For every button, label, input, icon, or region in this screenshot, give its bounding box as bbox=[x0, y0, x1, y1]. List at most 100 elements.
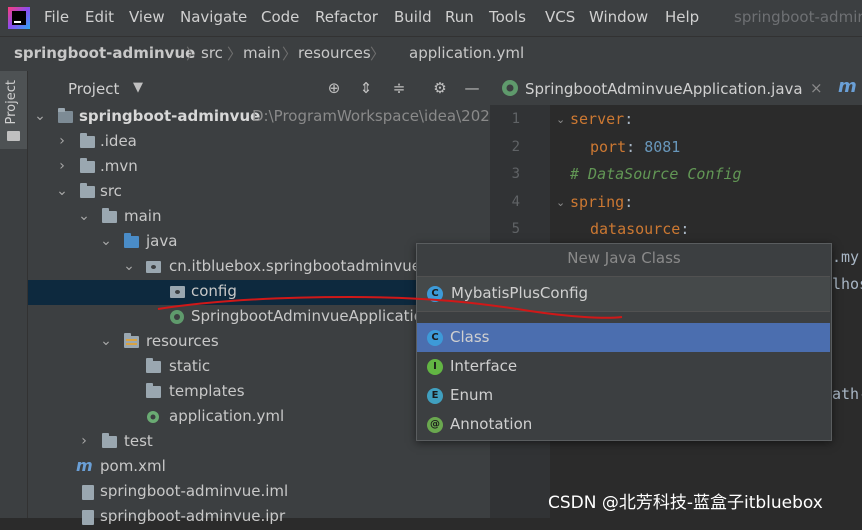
tree-label: cn.itbluebox.springbootadminvue bbox=[169, 257, 421, 275]
close-icon[interactable]: × bbox=[810, 79, 823, 97]
tree-label: java bbox=[146, 232, 178, 250]
chevron-down-icon[interactable]: ⌄ bbox=[100, 333, 112, 349]
window-title: springboot-admin bbox=[734, 8, 862, 26]
locate-icon[interactable]: ⊕ bbox=[324, 78, 344, 98]
menu-code[interactable]: Code bbox=[261, 8, 299, 26]
breadcrumb-project[interactable]: springboot-adminvue bbox=[14, 44, 195, 62]
tree-label: springboot-adminvue.iml bbox=[100, 482, 289, 500]
chevron-down-icon[interactable]: ⌄ bbox=[123, 258, 135, 274]
chevron-right-icon[interactable]: › bbox=[56, 158, 68, 174]
option-interface[interactable]: I Interface bbox=[417, 352, 830, 381]
project-panel-title[interactable]: Project bbox=[68, 80, 119, 98]
breadcrumb-main[interactable]: main bbox=[243, 44, 280, 62]
chevron-right-icon[interactable]: › bbox=[56, 133, 68, 149]
tree-path: D:\ProgramWorkspace\idea\202 bbox=[252, 107, 490, 125]
code-line-2: port: 8081 bbox=[590, 138, 681, 156]
chevron-down-icon[interactable]: ⌄ bbox=[56, 183, 68, 199]
line-number: 5 bbox=[511, 221, 520, 237]
chevron-right-icon: 〉 bbox=[186, 45, 202, 63]
hide-icon[interactable]: — bbox=[462, 78, 482, 98]
code-line-4: spring: bbox=[570, 193, 634, 211]
tree-row-iml[interactable]: springboot-adminvue.iml bbox=[28, 480, 490, 505]
menu-window[interactable]: Window bbox=[589, 8, 648, 26]
fold-icon[interactable]: ⌄ bbox=[556, 113, 565, 126]
popup-title: New Java Class bbox=[567, 249, 681, 267]
tree-row-mvn[interactable]: › .mvn bbox=[28, 155, 490, 180]
tree-row-src[interactable]: ⌄ src bbox=[28, 180, 490, 205]
folder-icon bbox=[146, 358, 161, 373]
enum-icon: E bbox=[427, 388, 443, 404]
expand-all-icon[interactable]: ⇕ bbox=[356, 78, 376, 98]
code-fragment: .my bbox=[832, 248, 860, 266]
menu-build[interactable]: Build bbox=[394, 8, 432, 26]
tree-row-main[interactable]: ⌄ main bbox=[28, 205, 490, 230]
interface-icon: I bbox=[427, 359, 443, 375]
class-icon: C bbox=[427, 330, 443, 346]
menu-vcs[interactable]: VCS bbox=[545, 8, 575, 26]
caret-down-icon[interactable]: ▼ bbox=[133, 80, 143, 95]
folder-icon bbox=[80, 158, 95, 173]
source-folder-icon bbox=[124, 233, 139, 248]
resources-folder-icon bbox=[124, 333, 139, 348]
watermark: CSDN @北芳科技-蓝盒子itbluebox bbox=[548, 493, 823, 513]
code-line-1: server: bbox=[570, 110, 634, 128]
tree-label: .idea bbox=[100, 132, 137, 150]
chevron-down-icon[interactable]: ⌄ bbox=[100, 233, 112, 249]
option-annotation[interactable]: @ Annotation bbox=[417, 410, 830, 439]
editor-tab-label[interactable]: SpringbootAdminvueApplication.java bbox=[525, 80, 803, 98]
tree-label: .mvn bbox=[100, 157, 138, 175]
red-underline-annotation bbox=[157, 295, 623, 319]
option-class[interactable]: C Class bbox=[417, 323, 830, 352]
folder-icon bbox=[102, 433, 117, 448]
intellij-logo-icon bbox=[8, 7, 30, 29]
fold-icon[interactable]: ⌄ bbox=[556, 196, 565, 209]
tree-row-project-root[interactable]: ⌄ springboot-adminvue D:\ProgramWorkspac… bbox=[28, 105, 490, 130]
menu-navigate[interactable]: Navigate bbox=[180, 8, 247, 26]
annotation-icon: @ bbox=[427, 417, 443, 433]
collapse-all-icon[interactable]: ≑ bbox=[389, 78, 409, 98]
code-line-5: datasource: bbox=[590, 220, 690, 238]
tree-label: application.yml bbox=[169, 407, 285, 425]
tree-label: static bbox=[169, 357, 211, 375]
chevron-right-icon[interactable]: › bbox=[78, 433, 90, 449]
option-enum[interactable]: E Enum bbox=[417, 381, 830, 410]
folder-icon bbox=[80, 183, 95, 198]
spring-class-icon bbox=[502, 80, 518, 96]
maven-icon: m bbox=[76, 456, 93, 475]
tree-label: main bbox=[124, 207, 162, 225]
breadcrumb-src[interactable]: src bbox=[201, 44, 223, 62]
code-line-3: # DataSource Config bbox=[570, 165, 742, 183]
menu-run[interactable]: Run bbox=[445, 8, 474, 26]
menu-tools[interactable]: Tools bbox=[489, 8, 526, 26]
line-number: 2 bbox=[511, 139, 520, 155]
line-number: 1 bbox=[511, 111, 520, 127]
file-icon bbox=[82, 485, 94, 500]
tree-label: springboot-adminvue.ipr bbox=[100, 507, 286, 525]
menu-file[interactable]: File bbox=[44, 8, 69, 26]
code-fragment: lhos bbox=[832, 275, 862, 293]
maven-tab-icon[interactable]: m bbox=[838, 76, 857, 97]
chevron-down-icon[interactable]: ⌄ bbox=[78, 208, 90, 224]
breadcrumb-file[interactable]: application.yml bbox=[409, 44, 524, 62]
project-tool-label: Project bbox=[4, 80, 19, 125]
menu-view[interactable]: View bbox=[129, 8, 165, 26]
breadcrumb-resources[interactable]: resources bbox=[298, 44, 371, 62]
tree-label: springboot-adminvue bbox=[79, 107, 261, 125]
line-number: 4 bbox=[511, 194, 520, 210]
tree-label: test bbox=[124, 432, 153, 450]
chevron-right-icon: 〉 bbox=[370, 45, 386, 63]
tree-label: src bbox=[100, 182, 122, 200]
folder-icon bbox=[80, 133, 95, 148]
code-fragment: ath- bbox=[832, 385, 862, 403]
menu-help[interactable]: Help bbox=[665, 8, 699, 26]
tree-row-idea[interactable]: › .idea bbox=[28, 130, 490, 155]
spring-leaf-icon bbox=[147, 411, 159, 423]
folder-icon bbox=[102, 208, 117, 223]
chevron-down-icon[interactable]: ⌄ bbox=[34, 108, 46, 124]
tree-row-pom[interactable]: m pom.xml bbox=[28, 455, 490, 480]
folder-icon bbox=[7, 131, 20, 141]
line-number: 3 bbox=[511, 166, 520, 182]
gear-icon[interactable]: ⚙ bbox=[430, 78, 450, 98]
menu-refactor[interactable]: Refactor bbox=[315, 8, 378, 26]
menu-edit[interactable]: Edit bbox=[85, 8, 114, 26]
